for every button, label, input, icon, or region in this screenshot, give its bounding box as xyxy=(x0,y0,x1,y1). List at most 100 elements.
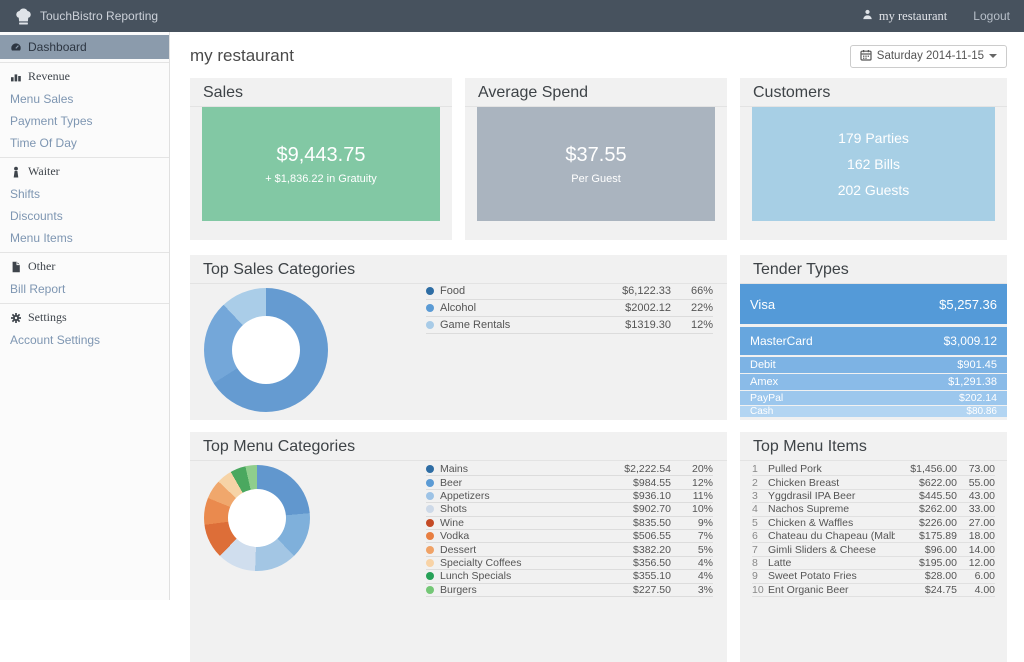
menu-item-name: Nachos Supreme xyxy=(768,503,895,515)
sidebar-item-label: Menu Items xyxy=(10,231,73,245)
legend-label: Specialty Coffees xyxy=(440,557,591,569)
sidebar-item-time-of-day[interactable]: Time Of Day xyxy=(0,132,169,154)
tender-row-cash: Cash$80.86 xyxy=(740,406,1007,417)
menu-item-rank: 6 xyxy=(752,530,768,542)
menu-item-name: Ent Organic Beer xyxy=(768,584,895,596)
caret-down-icon xyxy=(989,54,997,58)
legend-row-game-rentals: Game Rentals$1319.3012% xyxy=(426,317,713,334)
sidebar-item-label: Time Of Day xyxy=(10,136,77,150)
tender-amount: $202.14 xyxy=(959,392,997,404)
user-menu[interactable]: my restaurant xyxy=(862,9,947,24)
legend-percent: 12% xyxy=(671,319,713,331)
legend-amount: $1319.30 xyxy=(591,319,671,331)
menu-item-name: Chicken Breast xyxy=(768,477,895,489)
legend-dot-icon xyxy=(426,519,434,527)
menu-item-qty: 33.00 xyxy=(957,503,995,515)
menu-item-rank: 9 xyxy=(752,570,768,582)
legend-percent: 12% xyxy=(671,477,713,489)
legend-label: Shots xyxy=(440,503,591,515)
sidebar-item-bill-report[interactable]: Bill Report xyxy=(0,278,169,300)
sidebar-item-shifts[interactable]: Shifts xyxy=(0,183,169,205)
menu-item-amount: $262.00 xyxy=(895,503,957,515)
sidebar-item-account-settings[interactable]: Account Settings xyxy=(0,329,169,351)
average-spend-sub: Per Guest xyxy=(571,173,621,185)
app-title: TouchBistro Reporting xyxy=(40,9,158,23)
legend-percent: 4% xyxy=(671,570,713,582)
tender-types-card: Tender Types Visa$5,257.36MasterCard$3,0… xyxy=(740,255,1007,420)
bottom-row: Top Menu Categories Mains$2,222.5420%Bee… xyxy=(190,432,1007,662)
sidebar-item-label: Revenue xyxy=(28,69,70,84)
menu-item-name: Gimli Sliders & Cheese xyxy=(768,544,895,556)
top-menu-legend: Mains$2,222.5420%Beer$984.5512%Appetizer… xyxy=(426,463,713,597)
date-picker-button[interactable]: Saturday 2014-11-15 xyxy=(850,45,1007,68)
sidebar-item-other[interactable]: Other xyxy=(0,252,169,278)
legend-label: Burgers xyxy=(440,584,591,596)
legend-label: Food xyxy=(440,285,591,297)
tender-row-amex: Amex$1,291.38 xyxy=(740,374,1007,390)
legend-label: Game Rentals xyxy=(440,319,591,331)
average-spend-panel: $37.55 Per Guest xyxy=(477,107,715,221)
legend-amount: $506.55 xyxy=(591,530,671,542)
customers-guests: 202 Guests xyxy=(838,177,910,203)
sidebar-item-payment-types[interactable]: Payment Types xyxy=(0,110,169,132)
sidebar-item-label: Bill Report xyxy=(10,282,65,296)
menu-item-row: 5Chicken & Waffles$226.0027.00 xyxy=(752,517,995,530)
menu-item-name: Chateau du Chapeau (Malbec) xyxy=(768,530,895,542)
legend-amount: $984.55 xyxy=(591,477,671,489)
legend-label: Mains xyxy=(440,463,591,475)
sidebar-item-menu-items[interactable]: Menu Items xyxy=(0,227,169,249)
legend-label: Dessert xyxy=(440,544,591,556)
average-spend-card-title: Average Spend xyxy=(465,78,727,107)
legend-dot-icon xyxy=(426,479,434,487)
logout-button[interactable]: Logout xyxy=(973,9,1010,23)
menu-item-rank: 1 xyxy=(752,463,768,475)
top-menu-items-card: Top Menu Items 1Pulled Pork$1,456.0073.0… xyxy=(740,432,1007,662)
sidebar-item-discounts[interactable]: Discounts xyxy=(0,205,169,227)
user-icon xyxy=(862,9,873,24)
sidebar-item-settings[interactable]: Settings xyxy=(0,303,169,329)
tender-label: PayPal xyxy=(750,392,783,404)
legend-label: Vodka xyxy=(440,530,591,542)
menu-item-name: Latte xyxy=(768,557,895,569)
menu-item-amount: $24.75 xyxy=(895,584,957,596)
legend-amount: $2002.12 xyxy=(591,302,671,314)
menu-item-rank: 8 xyxy=(752,557,768,569)
app-brand: TouchBistro Reporting xyxy=(14,7,158,26)
tender-amount: $80.86 xyxy=(966,406,997,417)
sidebar-item-waiter[interactable]: Waiter xyxy=(0,157,169,183)
sidebar-item-label: Discounts xyxy=(10,209,63,223)
legend-row-shots: Shots$902.7010% xyxy=(426,503,713,516)
legend-row-dessert: Dessert$382.205% xyxy=(426,543,713,556)
sidebar-item-revenue[interactable]: Revenue xyxy=(0,62,169,88)
menu-item-qty: 18.00 xyxy=(957,530,995,542)
tender-row-debit: Debit$901.45 xyxy=(740,357,1007,373)
legend-row-vodka: Vodka$506.557% xyxy=(426,530,713,543)
main-content: my restaurant Saturday 2014-11-15 Sales … xyxy=(170,32,1024,600)
chef-hat-logo-icon xyxy=(14,7,33,26)
sales-card: Sales $9,443.75 + $1,836.22 in Gratuity xyxy=(190,78,452,240)
customers-card-title: Customers xyxy=(740,78,1007,107)
menu-item-row: 3Yggdrasil IPA Beer$445.5043.00 xyxy=(752,490,995,503)
file-icon xyxy=(10,261,22,273)
menu-item-amount: $195.00 xyxy=(895,557,957,569)
menu-item-name: Pulled Pork xyxy=(768,463,895,475)
user-menu-label: my restaurant xyxy=(879,9,947,24)
legend-amount: $6,122.33 xyxy=(591,285,671,297)
page-header: my restaurant Saturday 2014-11-15 xyxy=(190,42,1007,70)
legend-row-wine: Wine$835.509% xyxy=(426,517,713,530)
menu-item-amount: $175.89 xyxy=(895,530,957,542)
legend-label: Wine xyxy=(440,517,591,529)
legend-row-alcohol: Alcohol$2002.1222% xyxy=(426,300,713,317)
sidebar-item-dashboard[interactable]: Dashboard xyxy=(0,35,169,59)
top-menu-donut-chart xyxy=(204,465,310,571)
legend-row-appetizers: Appetizers$936.1011% xyxy=(426,490,713,503)
legend-amount: $382.20 xyxy=(591,544,671,556)
legend-amount: $227.50 xyxy=(591,584,671,596)
sidebar-item-label: Dashboard xyxy=(28,40,87,54)
sales-value: $9,443.75 xyxy=(277,144,366,167)
legend-percent: 11% xyxy=(671,490,713,502)
menu-item-amount: $1,456.00 xyxy=(895,463,957,475)
sidebar-item-menu-sales[interactable]: Menu Sales xyxy=(0,88,169,110)
customers-bills: 162 Bills xyxy=(847,151,900,177)
legend-percent: 20% xyxy=(671,463,713,475)
